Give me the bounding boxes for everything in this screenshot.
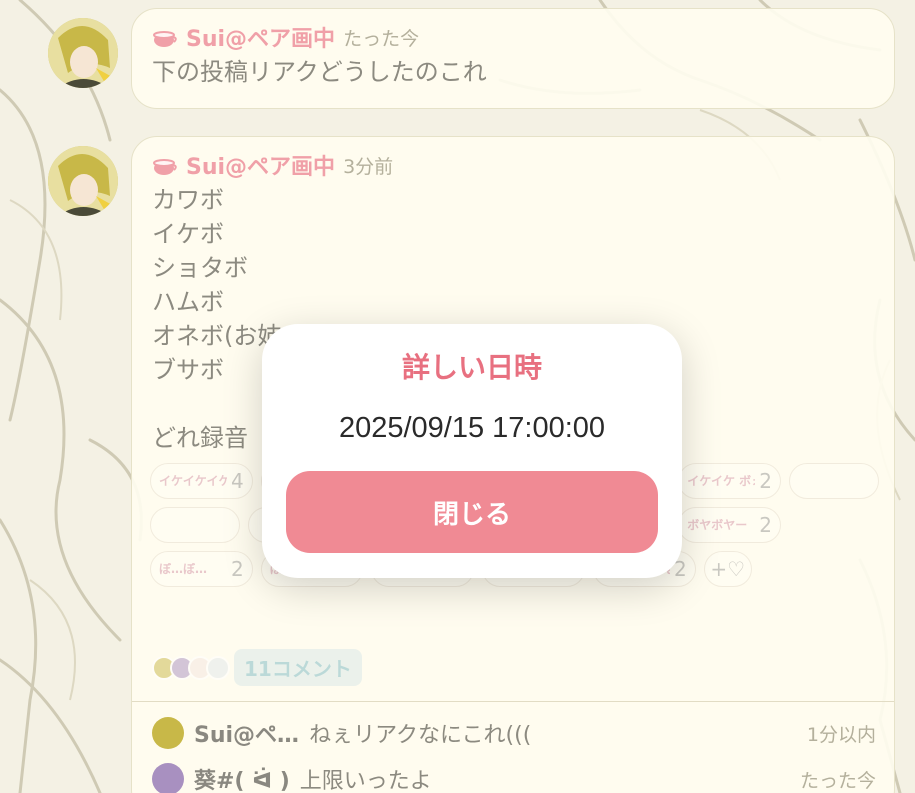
comments-summary[interactable]: 11コメント: [152, 649, 362, 686]
comment-count-button[interactable]: 11コメント: [234, 649, 362, 686]
commenter-avatars: [152, 655, 230, 680]
post-time[interactable]: 3分前: [343, 152, 393, 179]
comment-time: たった今: [799, 769, 876, 792]
post-author[interactable]: Sui@ペア画中: [186, 149, 335, 181]
reaction-chip[interactable]: [788, 463, 879, 499]
post-time[interactable]: たった今: [343, 24, 419, 51]
comment-time: 1分以内: [806, 723, 876, 746]
reaction-emoji: イケイケイケ ボ!ボ!ボ!: [159, 475, 227, 487]
coffee-cup-icon: [153, 31, 177, 47]
commenter-avatar[interactable]: [152, 717, 184, 749]
dialog-datetime: 2025/09/15 17:00:00: [338, 412, 606, 444]
add-reaction-button[interactable]: +♡: [703, 551, 752, 587]
post-meta: Sui@ペア画中 3分前: [152, 149, 393, 181]
reaction-chip[interactable]: ぼ…ぼ… 2: [150, 551, 253, 587]
user-avatar[interactable]: [48, 146, 118, 216]
dialog-title: 詳しい日時: [401, 351, 542, 384]
reaction-count: 4: [231, 469, 244, 493]
post-meta: Sui@ペア画中 たった今: [152, 21, 419, 53]
post-card[interactable]: Sui@ペア画中 たった今 下の投稿リアクどうしたのこれ: [131, 8, 895, 109]
mini-avatar: [206, 655, 230, 680]
datetime-dialog: 詳しい日時 2025/09/15 17:00:00 閉じる: [262, 324, 682, 578]
avatar-image: [48, 146, 118, 216]
close-button[interactable]: 閉じる: [286, 471, 658, 553]
reaction-chip[interactable]: [150, 507, 240, 543]
avatar-image: [48, 18, 118, 88]
post-text: 下の投稿リアクどうしたのこれ: [152, 58, 487, 86]
user-avatar[interactable]: [48, 18, 118, 88]
post-author[interactable]: Sui@ペア画中: [186, 21, 335, 53]
reaction-emoji: ボヤボヤー: [687, 519, 748, 531]
comment-item[interactable]: Sui@ペ… ねぇリアクなにこれ((( 1分以内: [152, 715, 876, 751]
comment-item[interactable]: 葵#( ᐛ ) 上限いったよ たった今: [152, 761, 876, 793]
coffee-cup-icon: [153, 159, 177, 175]
divider: [132, 701, 894, 702]
comment-text: 上限いったよ: [299, 769, 432, 793]
reaction-chip[interactable]: イケイケ ボォボォ 2: [678, 463, 781, 499]
reaction-chip[interactable]: ボヤボヤー 2: [678, 507, 781, 543]
commenter-name[interactable]: 葵#( ᐛ ): [194, 763, 290, 793]
reaction-emoji: イケイケ ボォボォ: [687, 475, 755, 487]
reaction-emoji: ぼ…ぼ…: [159, 563, 208, 575]
reaction-chip[interactable]: イケイケイケ ボ!ボ!ボ! 4: [150, 463, 253, 499]
commenter-avatar[interactable]: [152, 763, 184, 793]
commenter-name[interactable]: Sui@ペ…: [194, 717, 299, 749]
reaction-count: 2: [759, 469, 772, 493]
add-reaction-label: +♡: [710, 557, 746, 581]
comment-text: ねぇリアクなにこれ(((: [309, 723, 532, 748]
reaction-count: 2: [231, 557, 244, 581]
reaction-count: 2: [759, 513, 772, 537]
